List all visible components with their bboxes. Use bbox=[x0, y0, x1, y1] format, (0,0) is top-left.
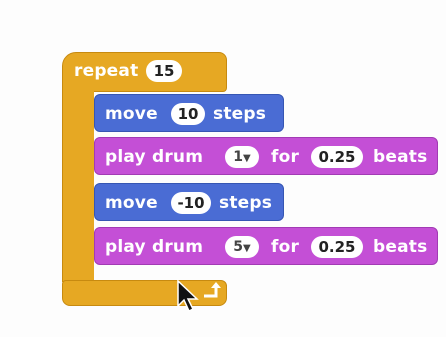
dropdown-arrow-icon: ▼ bbox=[243, 243, 251, 254]
block-label: steps bbox=[213, 104, 267, 124]
block-label: for bbox=[271, 237, 300, 257]
move-steps-block[interactable]: move -10 steps bbox=[94, 183, 284, 221]
loop-arrow-icon bbox=[204, 282, 221, 298]
play-drum-block[interactable]: play drum 1▼ for 0.25 beats bbox=[94, 137, 438, 175]
block-label: beats bbox=[373, 147, 428, 167]
drum-dropdown[interactable]: 1▼ bbox=[225, 146, 259, 168]
drum-value: 5 bbox=[233, 239, 244, 255]
repeat-count-input[interactable]: 15 bbox=[146, 60, 182, 82]
move-steps-block[interactable]: move 10 steps bbox=[94, 94, 284, 132]
steps-input[interactable]: -10 bbox=[171, 192, 211, 214]
block-label: steps bbox=[219, 193, 273, 213]
block-label: play drum bbox=[105, 237, 204, 257]
dropdown-arrow-icon: ▼ bbox=[243, 153, 251, 164]
repeat-block-side bbox=[62, 82, 94, 282]
block-label: beats bbox=[373, 237, 428, 257]
drum-value: 1 bbox=[233, 149, 244, 165]
block-label: move bbox=[105, 193, 158, 213]
block-label: move bbox=[105, 104, 158, 124]
drum-dropdown[interactable]: 5▼ bbox=[225, 236, 259, 258]
steps-input[interactable]: 10 bbox=[171, 103, 205, 125]
repeat-label: repeat bbox=[74, 61, 139, 81]
beats-input[interactable]: 0.25 bbox=[311, 236, 363, 258]
beats-input[interactable]: 0.25 bbox=[311, 146, 363, 168]
block-label: for bbox=[271, 147, 300, 167]
play-drum-block[interactable]: play drum 5▼ for 0.25 beats bbox=[94, 227, 438, 265]
block-label: play drum bbox=[105, 147, 204, 167]
script-canvas: repeat 15 move 10 steps play drum 1▼ for… bbox=[0, 0, 446, 337]
mouse-pointer-icon bbox=[177, 279, 199, 313]
